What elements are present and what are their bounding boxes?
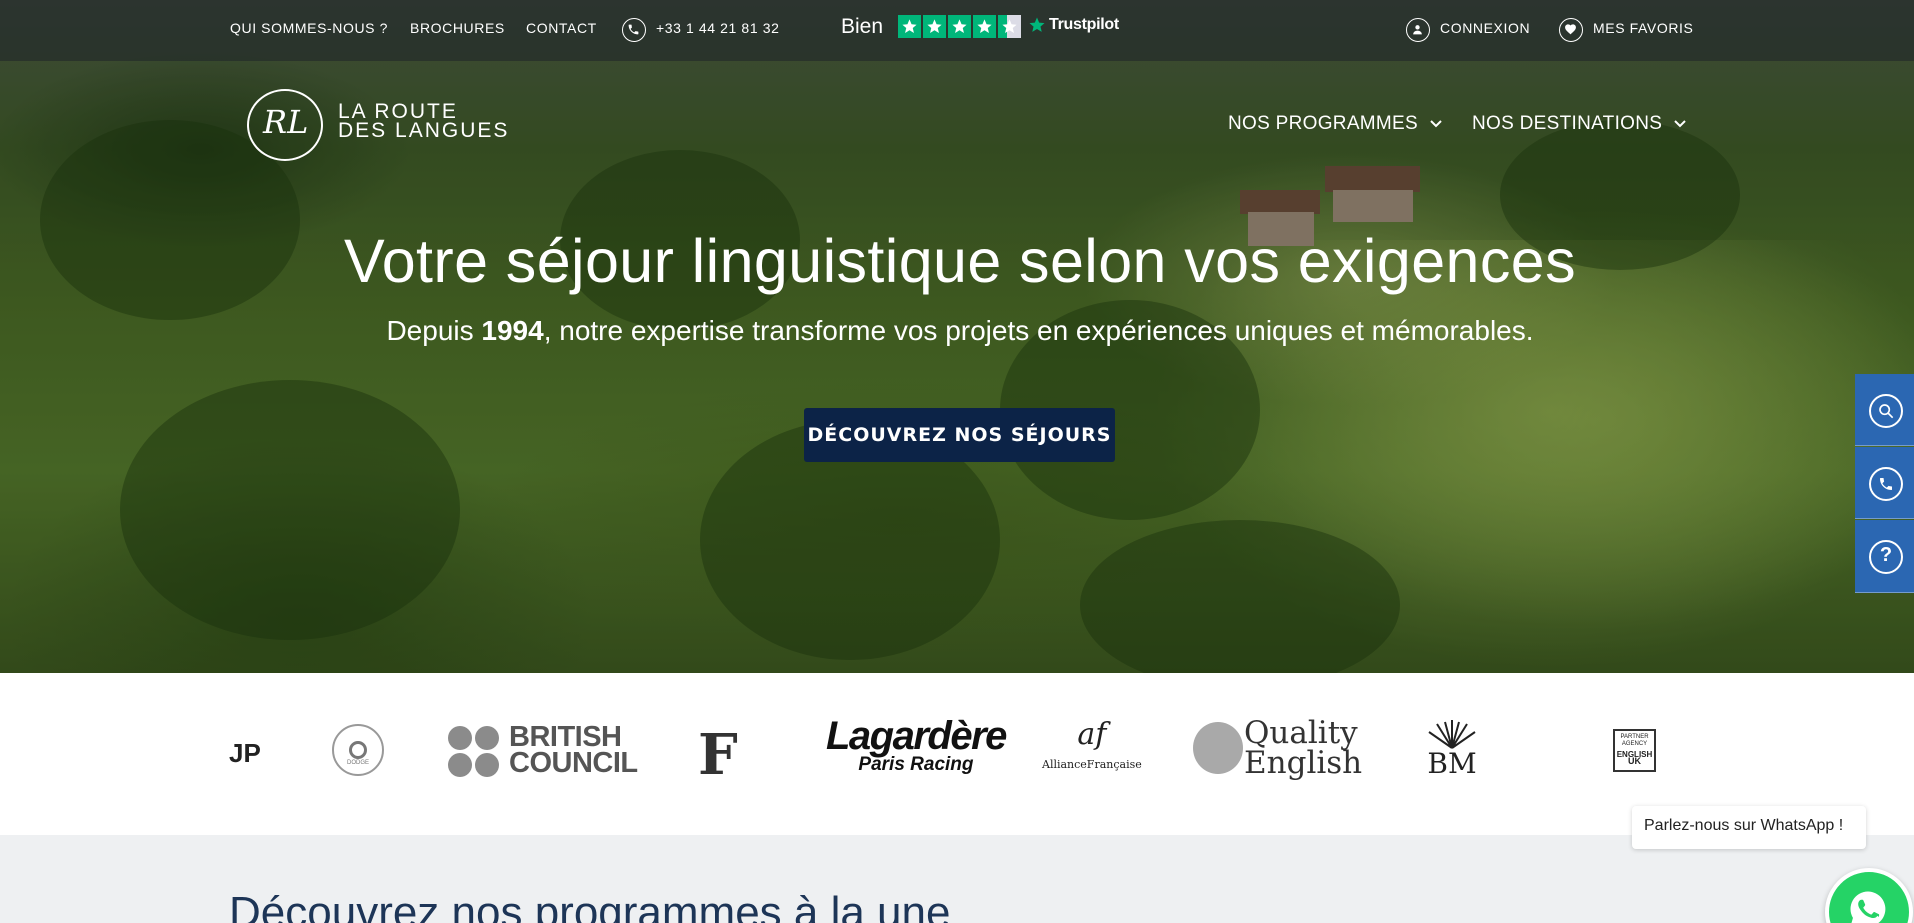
whatsapp-icon	[1850, 891, 1886, 923]
discover-stays-button[interactable]: DÉCOUVREZ NOS SÉJOURS	[804, 408, 1115, 462]
help-icon: ?	[1879, 544, 1893, 566]
star-icon	[923, 15, 946, 38]
side-phone-button[interactable]	[1855, 447, 1914, 519]
phone-icon	[622, 18, 646, 42]
nav-programs-label: NOS PROGRAMMES	[1228, 113, 1418, 134]
brand-name[interactable]: LA ROUTE DES LANGUES	[338, 101, 510, 142]
link-brochures[interactable]: BROCHURES	[410, 20, 505, 36]
link-about[interactable]: QUI SOMMES-NOUS ?	[230, 20, 388, 36]
partner-logo-english-uk: PARTNER AGENCY ENGLISH UK	[1613, 729, 1656, 772]
partner-logo-british-council: BRITISH COUNCIL	[509, 721, 638, 779]
partner-logo-dodge: DODGE	[332, 724, 384, 776]
hero-title: Votre séjour linguistique selon vos exig…	[344, 227, 1576, 295]
hero-subtitle: Depuis 1994, notre expertise transforme …	[386, 315, 1534, 346]
side-search-button[interactable]	[1855, 374, 1914, 446]
trustpilot-rating-label: Bien	[841, 15, 884, 38]
section-title: Découvrez nos programmes à la une	[229, 888, 951, 923]
partner-logo-british-council-dots	[448, 726, 502, 778]
trustpilot-stars[interactable]	[898, 15, 1021, 38]
search-icon	[1879, 404, 1894, 419]
trustpilot-brand: Trustpilot	[1049, 16, 1119, 33]
brand-monogram: RL	[263, 103, 309, 141]
nav-destinations[interactable]: NOS DESTINATIONS	[1472, 113, 1686, 135]
partner-logo-lagardere: Lagardère Paris Racing	[826, 714, 1007, 775]
half-star-icon	[998, 15, 1021, 38]
side-help-button[interactable]: ?	[1855, 520, 1914, 593]
star-icon	[973, 15, 996, 38]
heart-icon	[1559, 18, 1583, 42]
partner-logo-figaro: F	[698, 722, 738, 788]
brand-logo[interactable]: RL	[247, 89, 323, 161]
nav-programs[interactable]: NOS PROGRAMMES	[1228, 113, 1442, 135]
nav-destinations-label: NOS DESTINATIONS	[1472, 113, 1663, 134]
partner-logo-quality-english: Quality English	[1244, 715, 1363, 781]
hero-year: 1994	[481, 315, 544, 346]
favorites-link[interactable]: MES FAVORIS	[1593, 20, 1693, 36]
phone-number[interactable]: +33 1 44 21 81 32	[656, 20, 779, 36]
partner-logo-jp: JP	[229, 738, 261, 768]
chevron-down-icon	[1674, 120, 1686, 128]
brand-line-2: DES LANGUES	[338, 119, 510, 142]
partner-logo-bm: BM	[1414, 720, 1490, 780]
chevron-down-icon	[1430, 120, 1442, 128]
palm-icon	[1428, 720, 1476, 749]
partner-logo-alliance-francaise: af AllianceFrançaise	[1042, 717, 1142, 772]
whatsapp-bubble[interactable]: Parlez-nous sur WhatsApp !	[1632, 806, 1866, 849]
trustpilot-star-icon	[1029, 17, 1045, 32]
user-icon	[1406, 18, 1430, 42]
trustpilot-logo[interactable]: Trustpilot	[1028, 16, 1119, 34]
phone-icon	[1880, 478, 1892, 490]
star-icon	[948, 15, 971, 38]
login-link[interactable]: CONNEXION	[1440, 20, 1530, 36]
star-icon	[898, 15, 921, 38]
quality-english-q-icon	[1193, 722, 1243, 774]
link-contact[interactable]: CONTACT	[526, 20, 597, 36]
